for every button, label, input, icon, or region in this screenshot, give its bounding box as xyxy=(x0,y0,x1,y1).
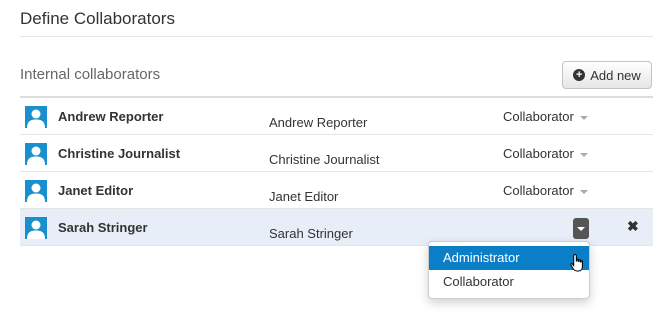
collaborator-name: Sarah Stringer xyxy=(269,226,353,241)
collaborator-display-name: Janet Editor xyxy=(58,183,134,198)
role-option-administrator[interactable]: Administrator xyxy=(429,246,589,270)
role-option-collaborator[interactable]: Collaborator xyxy=(429,270,589,294)
hand-pointer-icon xyxy=(570,253,586,278)
caret-down-icon xyxy=(579,115,588,120)
collaborator-display-name: Sarah Stringer xyxy=(58,220,148,235)
collaborator-display-name: Christine Journalist xyxy=(58,146,181,161)
role-select[interactable]: Collaborator xyxy=(503,109,588,124)
caret-down-icon xyxy=(577,227,585,231)
role-dropdown-menu: Administrator Collaborator xyxy=(428,241,590,299)
collaborator-name: Janet Editor xyxy=(269,189,339,204)
collaborator-display-name: Andrew Reporter xyxy=(58,109,164,124)
collaborator-name: Christine Journalist xyxy=(269,152,380,167)
collaborator-list: Andrew Reporter Andrew Reporter Collabor… xyxy=(20,98,653,246)
collaborator-row: Christine Journalist Christine Journalis… xyxy=(20,135,653,172)
role-label: Collaborator xyxy=(503,146,574,161)
role-select[interactable]: Collaborator xyxy=(503,183,588,198)
close-icon[interactable]: ✖ xyxy=(627,218,639,235)
role-dropdown-toggle[interactable] xyxy=(573,218,589,239)
caret-down-icon xyxy=(579,189,588,194)
collaborator-row: Andrew Reporter Andrew Reporter Collabor… xyxy=(20,98,653,135)
user-avatar-icon xyxy=(25,106,47,128)
collaborator-name: Andrew Reporter xyxy=(269,115,368,130)
title-divider xyxy=(20,36,653,37)
page-title: Define Collaborators xyxy=(20,9,175,28)
role-label: Collaborator xyxy=(503,183,574,198)
section-title: Internal collaborators xyxy=(20,66,161,83)
role-label: Collaborator xyxy=(503,109,574,124)
collaborator-row: Janet Editor Janet Editor Collaborator xyxy=(20,172,653,209)
caret-down-icon xyxy=(579,152,588,157)
user-avatar-icon xyxy=(25,143,47,165)
add-new-label: Add new xyxy=(590,67,641,83)
add-new-button[interactable]: + Add new xyxy=(562,61,652,89)
user-avatar-icon xyxy=(25,180,47,202)
user-avatar-icon xyxy=(25,217,47,239)
role-select[interactable]: Collaborator xyxy=(503,146,588,161)
plus-circle-icon: + xyxy=(573,69,586,81)
